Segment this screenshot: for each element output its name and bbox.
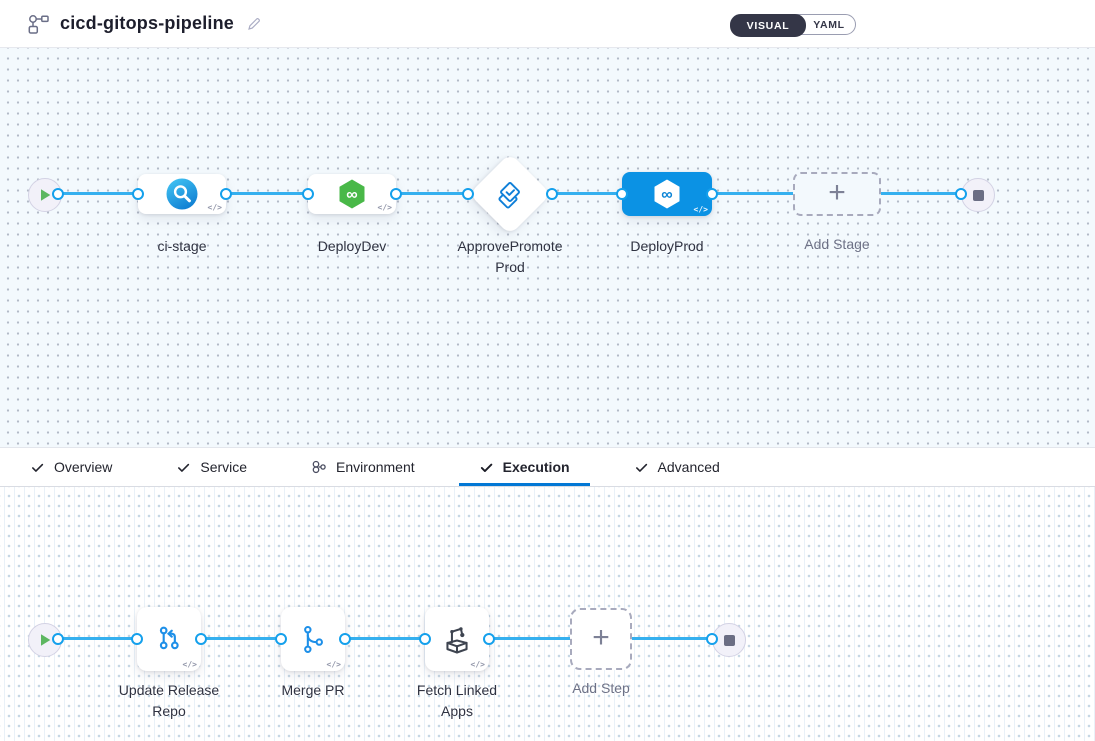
connector-point[interactable] (616, 188, 628, 200)
tab-advanced[interactable]: Advanced (614, 448, 740, 486)
add-stage-label: Add Stage (782, 234, 892, 255)
connector-point[interactable] (195, 633, 207, 645)
add-step-label: Add Step (551, 678, 651, 699)
header: cicd-gitops-pipeline VISUAL YAML (0, 0, 1095, 48)
connector-point[interactable] (483, 633, 495, 645)
stage-label: ci-stage (132, 236, 232, 257)
check-icon (479, 460, 494, 475)
code-icon: </> (183, 660, 197, 669)
stage-node-approvepromoteprod[interactable] (469, 153, 551, 235)
connector-point[interactable] (419, 633, 431, 645)
code-icon: </> (378, 203, 392, 212)
tab-label: Advanced (658, 459, 720, 475)
stage-node-ci-stage[interactable]: </> (138, 174, 226, 214)
connector-point[interactable] (52, 188, 64, 200)
toggle-visual-button[interactable]: VISUAL (730, 14, 806, 37)
stage-node-deployprod[interactable]: ∞ </> (622, 172, 712, 216)
environment-icon (311, 459, 327, 475)
ci-circle-icon (166, 178, 198, 210)
tab-environment[interactable]: Environment (291, 448, 435, 486)
connector-point[interactable] (52, 633, 64, 645)
tab-service[interactable]: Service (156, 448, 267, 486)
approval-diamond-icon (495, 179, 525, 209)
tab-execution[interactable]: Execution (459, 448, 590, 486)
stage-tab-bar: Overview Service Environment Execution A… (0, 448, 1095, 487)
cd-hexagon-icon: ∞ (336, 178, 368, 210)
connector-point[interactable] (302, 188, 314, 200)
stop-icon (724, 635, 735, 646)
stage-label: ApprovePromoteProd (455, 236, 565, 278)
tab-label: Overview (54, 459, 112, 475)
code-icon: </> (471, 660, 485, 669)
connector-point[interactable] (706, 633, 718, 645)
connector-point[interactable] (220, 188, 232, 200)
pipeline-studio: cicd-gitops-pipeline VISUAL YAML (0, 0, 1095, 741)
step-label: Fetch Linked Apps (407, 680, 507, 722)
tab-label: Execution (503, 459, 570, 475)
add-step-button[interactable]: + (570, 608, 632, 670)
add-stage-button[interactable]: + (793, 172, 881, 216)
code-icon: </> (327, 660, 341, 669)
cd-hexagon-icon: ∞ (651, 178, 683, 210)
code-icon: </> (694, 205, 708, 214)
visual-yaml-toggle: VISUAL YAML (730, 14, 856, 35)
connector-point[interactable] (132, 188, 144, 200)
infinity-glyph: ∞ (346, 187, 357, 204)
play-icon (39, 188, 52, 202)
plus-icon: + (828, 180, 846, 206)
edit-pencil-icon[interactable] (246, 16, 262, 32)
step-label: Update Release Repo (109, 680, 229, 722)
plus-icon: + (592, 625, 610, 651)
merge-pr-icon (297, 623, 330, 656)
step-node-fetch-linked-apps[interactable]: </> (425, 607, 489, 671)
infinity-glyph: ∞ (661, 187, 672, 204)
connector-point[interactable] (275, 633, 287, 645)
tab-label: Service (200, 459, 247, 475)
stage-label: DeployDev (297, 236, 407, 257)
check-icon (176, 460, 191, 475)
execution-canvas[interactable]: </> </> (0, 487, 1095, 741)
tab-label: Environment (336, 459, 415, 475)
fetch-linked-apps-icon (439, 621, 475, 657)
connector-point[interactable] (131, 633, 143, 645)
stop-icon (973, 190, 984, 201)
update-release-repo-icon (152, 622, 186, 656)
step-label: Merge PR (258, 680, 368, 701)
connector-point[interactable] (462, 188, 474, 200)
connector-point[interactable] (706, 188, 718, 200)
stage-node-deploydev[interactable]: ∞ </> (308, 174, 396, 214)
toggle-yaml-button[interactable]: YAML (803, 15, 855, 34)
check-icon (30, 460, 45, 475)
pipeline-icon (27, 13, 49, 35)
stage-label: DeployProd (612, 236, 722, 257)
tab-overview[interactable]: Overview (10, 448, 132, 486)
connector-point[interactable] (339, 633, 351, 645)
check-icon (634, 460, 649, 475)
stage-canvas[interactable]: </> ∞ </> (0, 48, 1095, 448)
code-icon: </> (208, 203, 222, 212)
play-icon (39, 633, 52, 647)
connector-point[interactable] (955, 188, 967, 200)
pipeline-title: cicd-gitops-pipeline (60, 13, 234, 34)
step-node-merge-pr[interactable]: </> (281, 607, 345, 671)
connector-point[interactable] (546, 188, 558, 200)
step-node-update-release-repo[interactable]: </> (137, 607, 201, 671)
connector-point[interactable] (390, 188, 402, 200)
